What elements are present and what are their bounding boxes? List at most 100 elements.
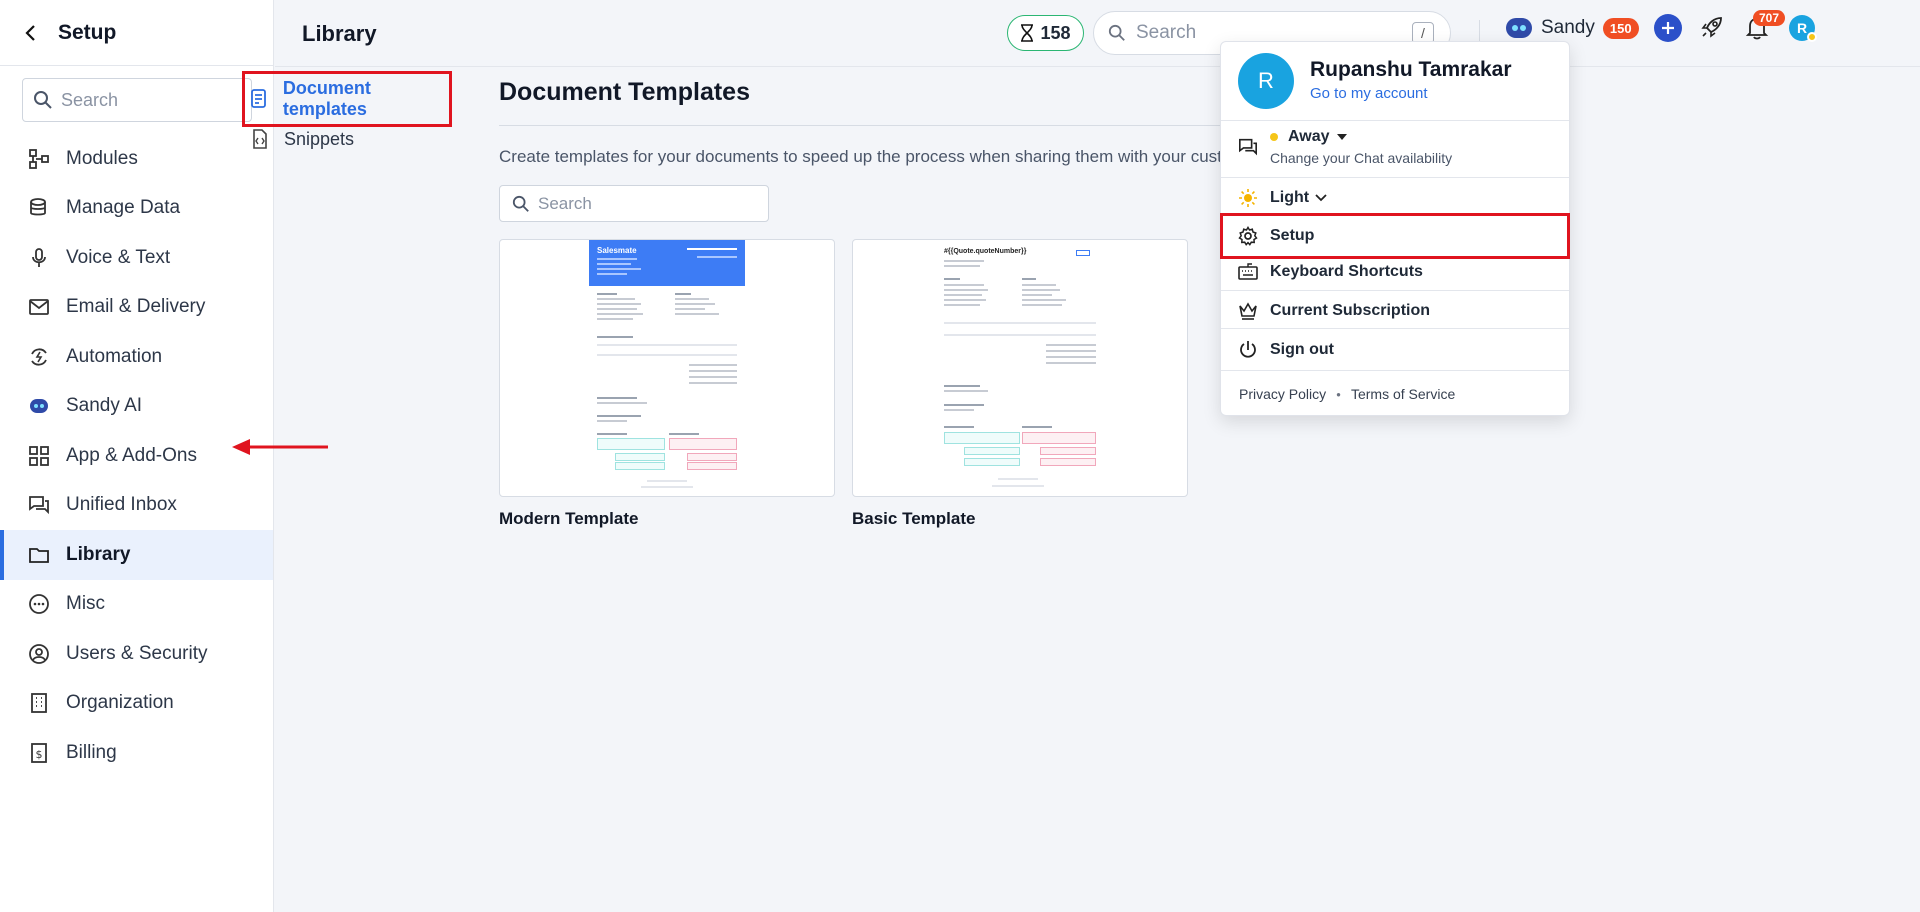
menu-item-label: Keyboard Shortcuts — [1270, 263, 1423, 280]
preview-header-text: #{{Quote.quoteNumber}} — [944, 248, 1027, 255]
template-search-input[interactable] — [538, 193, 758, 214]
sidebar-item-library[interactable]: Library — [0, 530, 273, 580]
sidebar-item-label: Email & Delivery — [66, 296, 206, 318]
add-new-button[interactable] — [1654, 14, 1682, 42]
template-name: Basic Template — [852, 509, 976, 528]
sidebar-item-users-security[interactable]: Users & Security — [0, 629, 273, 679]
sidebar-title: Setup — [58, 20, 117, 44]
chat-availability-row[interactable]: Away Change your Chat availability — [1221, 128, 1569, 170]
more-circle-icon — [26, 591, 52, 617]
template-preview: Salesmate — [589, 240, 745, 496]
template-name: Modern Template — [499, 509, 639, 528]
search-icon — [34, 91, 52, 109]
power-icon — [1238, 340, 1258, 360]
setup-menu-item[interactable]: Setup — [1220, 213, 1570, 259]
theme-toggle[interactable]: Light — [1221, 184, 1569, 212]
sidebar-item-unified-inbox[interactable]: Unified Inbox — [0, 481, 273, 531]
folder-icon — [26, 542, 52, 568]
user-avatar-button[interactable]: R — [1789, 15, 1817, 42]
menu-item-label: Sign out — [1270, 341, 1334, 358]
preview-logo: Salesmate — [597, 246, 637, 255]
sandy-assistant-button[interactable]: Sandy 150 — [1505, 16, 1639, 40]
sidebar-item-label: Manage Data — [66, 197, 181, 219]
dropdown-divider — [1221, 328, 1569, 329]
user-name: Rupanshu Tamrakar — [1310, 58, 1512, 81]
user-profile-dropdown: R Rupanshu Tamrakar Go to my account Awa… — [1220, 41, 1570, 416]
user-circle-icon — [26, 641, 52, 667]
timer-badge[interactable]: 158 — [1007, 15, 1084, 51]
sidebar-item-sandy-ai[interactable]: Sandy AI — [0, 382, 273, 432]
section-title: Document Templates — [499, 78, 750, 106]
away-status-dot — [1270, 133, 1278, 141]
go-to-account-link[interactable]: Go to my account — [1310, 85, 1428, 102]
sun-icon — [1238, 188, 1258, 208]
menu-item-label: Setup — [1270, 227, 1315, 244]
avatar-initial: R — [1796, 20, 1808, 36]
building-icon — [26, 690, 52, 716]
preview-header: Salesmate — [589, 240, 745, 286]
sidebar-item-label: Organization — [66, 692, 174, 714]
keyboard-icon — [1238, 262, 1258, 282]
sidebar-item-misc[interactable]: Misc — [0, 580, 273, 630]
database-icon — [26, 195, 52, 221]
current-subscription-menu-item[interactable]: Current Subscription — [1221, 297, 1569, 325]
apps-grid-icon — [26, 443, 52, 469]
automation-icon — [26, 344, 52, 370]
assistant-badge: 150 — [1602, 17, 1639, 39]
sidebar-item-email-delivery[interactable]: Email & Delivery — [0, 283, 273, 333]
dropdown-divider — [1221, 120, 1569, 121]
sidebar-item-label: Unified Inbox — [66, 494, 177, 516]
annotation-arrow — [232, 439, 328, 455]
sidebar-item-automation[interactable]: Automation — [0, 332, 273, 382]
sidebar-item-manage-data[interactable]: Manage Data — [0, 184, 273, 234]
timer-value: 158 — [1040, 22, 1071, 43]
sidebar-item-organization[interactable]: Organization — [0, 679, 273, 729]
robot-icon — [26, 393, 52, 419]
sidebar-item-label: Library — [66, 543, 131, 565]
sign-out-menu-item[interactable]: Sign out — [1221, 336, 1569, 364]
sidebar-search-input[interactable] — [61, 89, 241, 111]
svg-text:$: $ — [36, 748, 43, 761]
privacy-policy-link[interactable]: Privacy Policy — [1239, 386, 1326, 402]
footer-separator: ● — [1336, 389, 1341, 399]
template-card-basic[interactable]: #{{Quote.quoteNumber}} — [852, 239, 1188, 497]
top-bar: Library 158 / Sandy 150 707 R — [275, 0, 1920, 67]
rocket-icon[interactable] — [1699, 14, 1727, 42]
section-description: Create templates for your documents to s… — [499, 147, 1229, 166]
caret-down-icon — [1336, 134, 1347, 140]
sidebar-item-label: Voice & Text — [66, 246, 171, 268]
sidebar-item-label: Sandy AI — [66, 395, 143, 417]
chat-icon — [26, 492, 52, 518]
sidebar-item-voice-text[interactable]: Voice & Text — [0, 233, 273, 283]
subnav-label: Snippets — [284, 128, 355, 149]
sidebar-item-modules[interactable]: Modules — [0, 134, 273, 184]
subnav-snippets[interactable]: Snippets — [244, 113, 450, 165]
status-away-dot — [1807, 32, 1817, 42]
theme-label: Light — [1270, 189, 1310, 206]
sidebar-item-label: Modules — [66, 147, 138, 169]
microphone-icon — [26, 245, 52, 271]
template-preview: #{{Quote.quoteNumber}} — [942, 240, 1098, 496]
dropdown-divider — [1221, 177, 1569, 178]
notifications-count-badge: 707 — [1753, 10, 1786, 26]
keyboard-shortcuts-menu-item[interactable]: Keyboard Shortcuts — [1221, 258, 1569, 286]
sidebar-item-billing[interactable]: $ Billing — [0, 728, 273, 778]
sidebar-header: Setup — [0, 0, 273, 66]
status-hint: Change your Chat availability — [1270, 150, 1453, 166]
sidebar-item-label: Automation — [66, 345, 163, 367]
search-icon — [1108, 24, 1125, 41]
search-icon — [512, 195, 529, 212]
back-arrow-icon[interactable] — [18, 20, 44, 46]
plus-icon — [1662, 22, 1674, 34]
template-card-modern[interactable]: Salesmate — [499, 239, 835, 497]
sidebar-search[interactable] — [22, 78, 252, 122]
assistant-name: Sandy — [1541, 17, 1595, 38]
robot-icon — [1506, 18, 1532, 38]
dropdown-divider — [1221, 370, 1569, 371]
template-search[interactable] — [499, 185, 769, 222]
billing-icon: $ — [26, 740, 52, 766]
hourglass-icon — [1021, 24, 1034, 42]
terms-of-service-link[interactable]: Terms of Service — [1351, 386, 1455, 402]
dropdown-divider — [1221, 290, 1569, 291]
menu-item-label: Current Subscription — [1270, 302, 1431, 319]
